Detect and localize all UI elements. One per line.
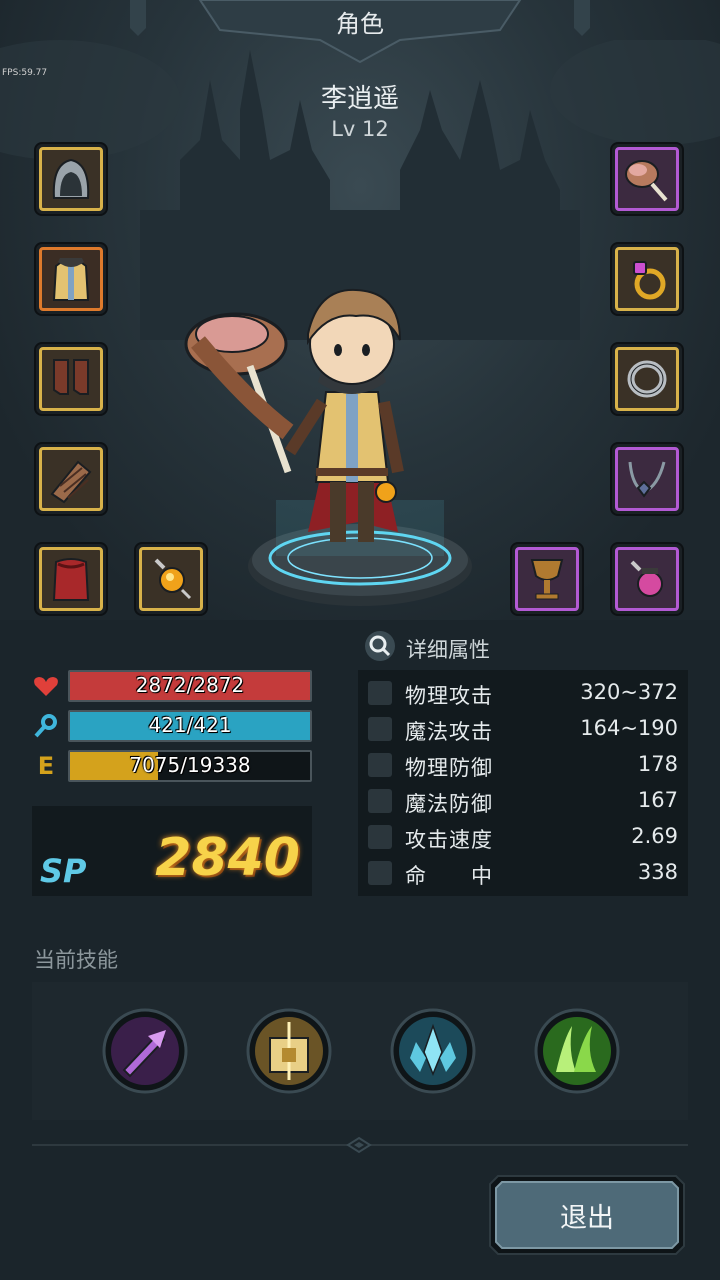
attr-row: 魔法防御 167 xyxy=(358,784,688,818)
equip-slot-neck[interactable] xyxy=(612,444,682,514)
tunic-icon xyxy=(52,258,90,301)
sp-value: 2840 xyxy=(155,828,300,888)
silver-ring-icon xyxy=(627,360,667,398)
equip-slot-cape[interactable] xyxy=(36,544,106,614)
attack-speed-icon xyxy=(368,825,392,849)
equip-slot-weapon[interactable] xyxy=(612,144,682,214)
physical-defense-icon xyxy=(368,753,392,777)
equip-slot-arm[interactable] xyxy=(36,444,106,514)
attr-row: 物理防御 178 xyxy=(358,748,688,782)
physical-attack-icon xyxy=(368,681,392,705)
character-level: Lv 12 xyxy=(331,117,389,141)
fps-counter: FPS:59.77 xyxy=(2,68,48,78)
attr-value: 2.69 xyxy=(631,824,678,848)
green-wind-skill-icon[interactable] xyxy=(534,1008,620,1094)
boots-icon xyxy=(53,359,89,395)
attr-row: 攻击速度 2.69 xyxy=(358,820,688,854)
sp-label: SP xyxy=(40,852,87,890)
divider-ornament xyxy=(346,1136,372,1154)
magic-attack-icon xyxy=(368,717,392,741)
attr-name: 物理防御 xyxy=(405,756,493,780)
magnifier-icon[interactable] xyxy=(364,630,396,662)
equip-slot-head[interactable] xyxy=(36,144,106,214)
mana-key-icon xyxy=(34,714,57,738)
hero-character xyxy=(184,288,404,542)
ice-crystal-skill-icon[interactable] xyxy=(390,1008,476,1094)
attr-value: 164~190 xyxy=(580,716,678,740)
necklace-icon xyxy=(628,461,666,498)
equip-slot-accessory-3[interactable] xyxy=(612,544,682,614)
attributes-panel: 物理攻击 320~372 魔法攻击 164~190 物理防御 178 魔法防御 … xyxy=(358,670,688,896)
equip-slot-feet[interactable] xyxy=(36,344,106,414)
equip-slot-body[interactable] xyxy=(36,244,106,314)
attr-name: 魔法攻击 xyxy=(405,720,493,744)
mp-bar: 421/421 xyxy=(68,710,312,742)
purple-sword-skill-icon[interactable] xyxy=(102,1008,188,1094)
attr-value: 167 xyxy=(637,788,678,812)
skills-title: 当前技能 xyxy=(34,948,118,972)
equip-slot-accessory-2[interactable] xyxy=(512,544,582,614)
hp-bar: 2872/2872 xyxy=(68,670,312,702)
hood-icon xyxy=(52,158,90,199)
goblet-icon xyxy=(530,559,564,600)
cape-icon xyxy=(52,558,90,601)
attr-row: 物理攻击 320~372 xyxy=(358,676,688,710)
hp-value: 2872/2872 xyxy=(135,673,245,697)
attr-name: 攻击速度 xyxy=(405,828,493,852)
golden-shield-skill-icon[interactable] xyxy=(246,1008,332,1094)
equip-slot-ring-1[interactable] xyxy=(612,244,682,314)
exp-value: 7075/19338 xyxy=(129,753,251,777)
attr-row: 命 中 338 xyxy=(358,856,688,890)
attr-row: 魔法攻击 164~190 xyxy=(358,712,688,746)
page-title: 角色 xyxy=(336,10,384,38)
accuracy-icon xyxy=(368,861,392,885)
heart-icon xyxy=(34,677,58,696)
attr-value: 178 xyxy=(637,752,678,776)
exit-button-label[interactable]: 退出 xyxy=(488,1196,686,1235)
attributes-title[interactable]: 详细属性 xyxy=(406,634,490,664)
attr-name: 命 中 xyxy=(405,864,493,888)
exp-bar: 7075/19338 xyxy=(68,750,312,782)
gold-ring-icon xyxy=(633,261,666,300)
character-name: 李逍遥 xyxy=(320,84,399,114)
magic-defense-icon xyxy=(368,789,392,813)
bracer-icon xyxy=(50,460,92,504)
attr-value: 338 xyxy=(637,860,678,884)
attr-name: 物理攻击 xyxy=(405,684,493,708)
exp-label: E xyxy=(37,752,55,780)
potion-gem-icon xyxy=(630,560,663,597)
mp-value: 421/421 xyxy=(148,713,232,737)
ham-weapon-icon xyxy=(625,160,668,202)
attr-value: 320~372 xyxy=(580,680,678,704)
equip-slot-ring-2[interactable] xyxy=(612,344,682,414)
attr-name: 魔法防御 xyxy=(405,792,493,816)
